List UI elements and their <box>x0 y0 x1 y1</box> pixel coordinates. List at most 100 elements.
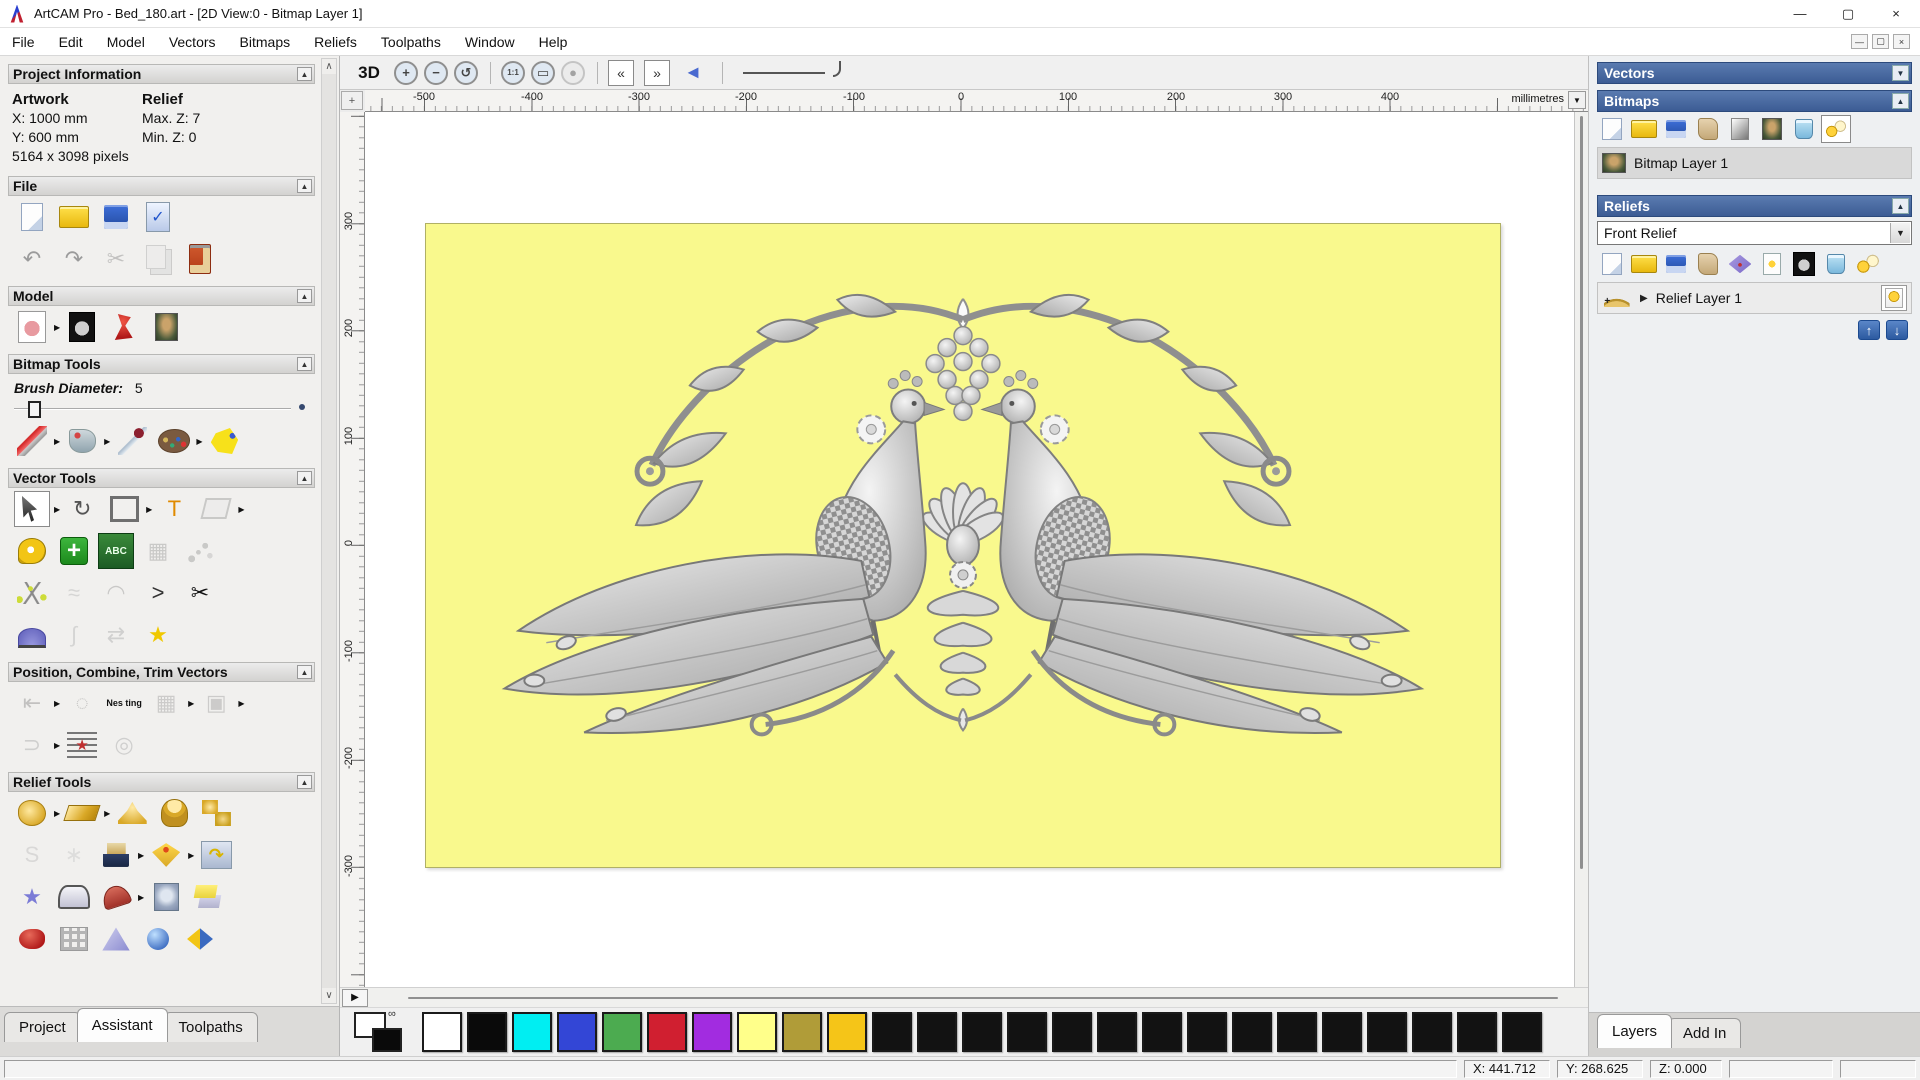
menu-file[interactable]: File <box>0 28 47 55</box>
bitmap-new-icon[interactable] <box>1597 115 1627 143</box>
palette-swatch-6[interactable] <box>692 1012 732 1052</box>
model-options-icon[interactable] <box>140 199 176 235</box>
brush-diameter-slider[interactable] <box>14 400 305 418</box>
create-star-icon[interactable]: ★ <box>140 617 176 653</box>
bitmap-layer-copy-icon[interactable] <box>1757 115 1787 143</box>
zoom-in-icon[interactable]: + <box>394 60 418 85</box>
canvas-vertical-scrollbar[interactable] <box>1574 112 1588 987</box>
bitmap-greyscale-icon[interactable] <box>1725 115 1755 143</box>
2d-view-canvas[interactable] <box>365 112 1574 987</box>
bitmap-delete-icon[interactable] <box>1789 115 1819 143</box>
reliefs-collapse-icon[interactable]: ▲ <box>1892 198 1909 214</box>
align-vectors-icon[interactable]: ⇤ <box>14 685 50 721</box>
vertical-scroll-thumb[interactable] <box>1580 116 1583 869</box>
zoom-previous-icon[interactable]: ↺ <box>454 60 478 85</box>
align-vectors-flyout-icon[interactable]: ▶ <box>54 699 60 708</box>
create-rectangle-icon[interactable] <box>106 491 142 527</box>
pyramid-relief-icon[interactable] <box>98 921 134 957</box>
smooth-relief-icon[interactable]: S <box>14 837 50 873</box>
relief-stack-icon[interactable] <box>1725 250 1755 278</box>
relief-layer-visibility-icon[interactable] <box>1881 285 1907 311</box>
relief-delete-icon[interactable] <box>1821 250 1851 278</box>
sculpt-vectors-icon[interactable]: ≈ <box>56 575 92 611</box>
vector-texture-icon[interactable] <box>64 727 100 763</box>
collapse-file-icon[interactable]: ▲ <box>297 179 312 193</box>
bitmap-layer-row[interactable]: Bitmap Layer 1 <box>1597 147 1912 179</box>
greyscale-view-icon[interactable] <box>64 309 100 345</box>
envelope-relief-icon[interactable] <box>56 879 92 915</box>
block-copy-icon[interactable]: ▦ <box>148 685 184 721</box>
relief-artwork-2d-view[interactable] <box>425 223 1501 868</box>
weld-vectors-flyout-icon[interactable]: ▶ <box>238 699 244 708</box>
create-polyline-icon[interactable] <box>14 575 50 611</box>
palette-swatch-15[interactable] <box>1097 1012 1137 1052</box>
nesting-icon[interactable]: Nes ting <box>106 685 142 721</box>
bend-relief-flyout-icon[interactable]: ▶ <box>138 893 144 902</box>
new-model-icon[interactable] <box>14 199 50 235</box>
sphere-texture-icon[interactable] <box>140 921 176 957</box>
create-text-icon[interactable]: T <box>156 491 192 527</box>
collapse-model-icon[interactable]: ▲ <box>297 289 312 303</box>
menu-vectors[interactable]: Vectors <box>157 28 228 55</box>
offset-layers-icon[interactable] <box>190 879 226 915</box>
emboss-relief-icon[interactable] <box>148 879 184 915</box>
zoom-out-icon[interactable]: − <box>424 60 448 85</box>
relief-from-image-icon[interactable] <box>98 837 134 873</box>
zoom-drag-icon[interactable]: ● <box>561 60 585 85</box>
menu-help[interactable]: Help <box>527 28 580 55</box>
sculpting-icon[interactable] <box>14 921 50 957</box>
palette-swatch-8[interactable] <box>782 1012 822 1052</box>
bend-relief-icon[interactable] <box>98 879 134 915</box>
relief-visibility-icon[interactable] <box>1853 250 1883 278</box>
tab-add-in[interactable]: Add In <box>1668 1018 1742 1048</box>
collapse-bitmap-tools-icon[interactable]: ▲ <box>297 357 312 371</box>
tab-layers[interactable]: Layers <box>1597 1014 1673 1048</box>
palette-swatch-21[interactable] <box>1367 1012 1407 1052</box>
copy-view-right-icon[interactable]: » <box>644 59 670 86</box>
create-arc-icon[interactable]: ◠ <box>98 575 134 611</box>
relief-save-icon[interactable] <box>1661 250 1691 278</box>
palette-flyout-icon[interactable]: ▶ <box>196 437 202 446</box>
bitmap-open-icon[interactable] <box>1629 115 1659 143</box>
shape-editor-flyout-icon[interactable]: ▶ <box>104 809 110 818</box>
relief-set-dropdown-icon[interactable]: ▼ <box>1890 223 1910 243</box>
select-vectors-icon[interactable] <box>14 491 50 527</box>
bitmap-merge-icon[interactable] <box>1693 115 1723 143</box>
copy-view-left-icon[interactable]: « <box>608 59 634 86</box>
vectors-expand-icon[interactable]: ▼ <box>1892 65 1909 81</box>
weave-wizard-icon[interactable]: ∗ <box>56 837 92 873</box>
relief-layer-row[interactable]: ▶ Relief Layer 1 <box>1597 282 1912 314</box>
mesh-creator-icon[interactable]: ▦ <box>140 533 176 569</box>
relief-open-icon[interactable] <box>1629 250 1659 278</box>
move-layer-down-icon[interactable]: ↓ <box>1886 320 1908 340</box>
palette-swatch-7[interactable] <box>737 1012 777 1052</box>
palette-swatch-16[interactable] <box>1142 1012 1182 1052</box>
envelope-distort-flyout-icon[interactable]: ▶ <box>238 505 244 514</box>
add-relief-icon[interactable] <box>114 795 150 831</box>
palette-swatch-3[interactable] <box>557 1012 597 1052</box>
section-vector-tools[interactable]: Vector Tools ▲ <box>8 468 315 488</box>
switch-to-3d-button[interactable]: 3D <box>354 60 384 86</box>
collapse-position-icon[interactable]: ▲ <box>297 665 312 679</box>
assistant-scroll-down-icon[interactable]: ∨ <box>322 988 336 1003</box>
spiral-icon[interactable]: ◎ <box>106 727 142 763</box>
palette-swatch-22[interactable] <box>1412 1012 1452 1052</box>
collapse-relief-tools-icon[interactable]: ▲ <box>297 775 312 789</box>
shape-editor-icon[interactable] <box>64 795 100 831</box>
palette-swatch-19[interactable] <box>1277 1012 1317 1052</box>
menu-toolpaths[interactable]: Toolpaths <box>369 28 453 55</box>
pan-right-icon[interactable]: ▶ <box>342 988 368 1007</box>
relief-new-icon[interactable] <box>1597 250 1627 278</box>
palette-swatch-14[interactable] <box>1052 1012 1092 1052</box>
flood-fill-icon[interactable] <box>64 423 100 459</box>
join-vectors-flyout-icon[interactable]: ▶ <box>54 741 60 750</box>
palette-swatch-13[interactable] <box>1007 1012 1047 1052</box>
assistant-scrollbar[interactable]: ∧ ∨ <box>321 58 337 1004</box>
zoom-objects-icon[interactable]: ▭ <box>531 60 555 85</box>
slider-track[interactable] <box>14 408 291 410</box>
lighting-icon[interactable] <box>106 309 142 345</box>
menu-model[interactable]: Model <box>95 28 157 55</box>
text-on-curve-icon[interactable]: ◌ <box>64 685 100 721</box>
magic-wand-icon[interactable] <box>206 423 242 459</box>
tab-project[interactable]: Project <box>4 1012 81 1042</box>
